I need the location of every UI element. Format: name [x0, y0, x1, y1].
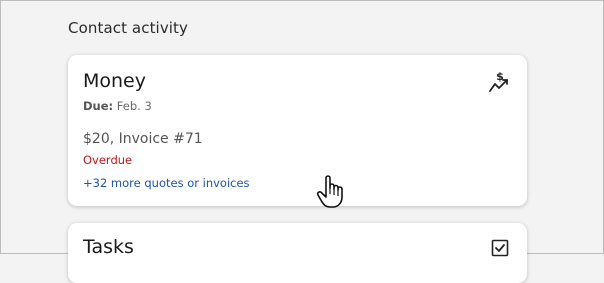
invoice-amount: $20, Invoice #71 — [83, 131, 203, 147]
due-date: Due: Feb. 3 — [83, 99, 152, 113]
section-title: Contact activity — [68, 19, 189, 37]
money-trend-icon: $ — [489, 70, 508, 92]
money-card-title: Money — [83, 70, 146, 92]
tasks-card[interactable]: Tasks — [68, 223, 527, 283]
due-label: Due: — [83, 99, 114, 113]
more-quotes-link[interactable]: +32 more quotes or invoices — [83, 176, 250, 190]
due-value: Feb. 3 — [116, 99, 152, 113]
tasks-card-title: Tasks — [83, 236, 134, 258]
svg-text:$: $ — [496, 70, 504, 83]
money-card[interactable]: Money $ Due: Feb. 3 $20, Invoice #71 Ove… — [68, 55, 527, 206]
hand-pointer-icon — [316, 175, 343, 208]
checkbox-icon — [491, 239, 509, 257]
status-overdue: Overdue — [83, 153, 133, 167]
